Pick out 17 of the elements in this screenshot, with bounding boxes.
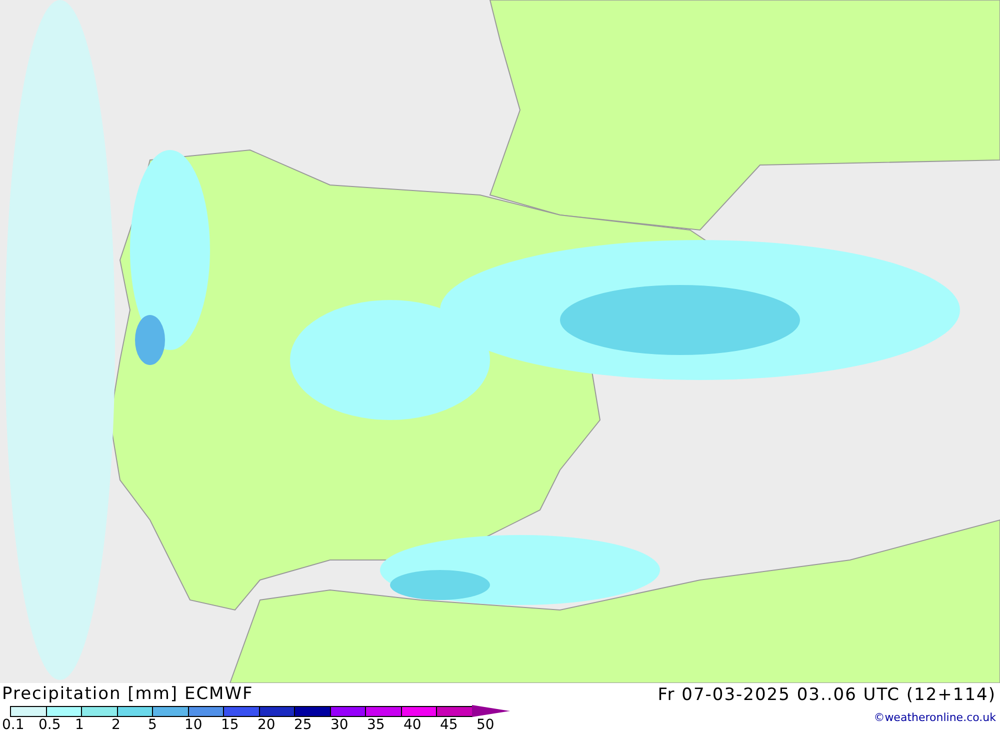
- legend-label: 45: [440, 717, 458, 733]
- legend-label: 50: [476, 717, 494, 733]
- credit-link[interactable]: ©weatheronline.co.uk: [874, 711, 996, 724]
- legend-label: 2: [112, 717, 120, 733]
- legend-label: 40: [404, 717, 422, 733]
- legend-label: 20: [258, 717, 276, 733]
- valid-time: Fr 07-03-2025 03..06 UTC (12+114): [658, 684, 996, 707]
- legend-label: 25: [294, 717, 312, 733]
- legend-label: 10: [184, 717, 202, 733]
- legend-label: 5: [148, 717, 157, 733]
- legend-label: 30: [330, 717, 348, 733]
- legend-label: 35: [367, 717, 385, 733]
- map-title: Precipitation [mm] ECMWF: [2, 683, 254, 705]
- legend-label: 1: [75, 717, 84, 733]
- legend-label: 15: [221, 717, 239, 733]
- legend-label: 0.1: [2, 717, 24, 733]
- legend-label: 0.5: [38, 717, 61, 733]
